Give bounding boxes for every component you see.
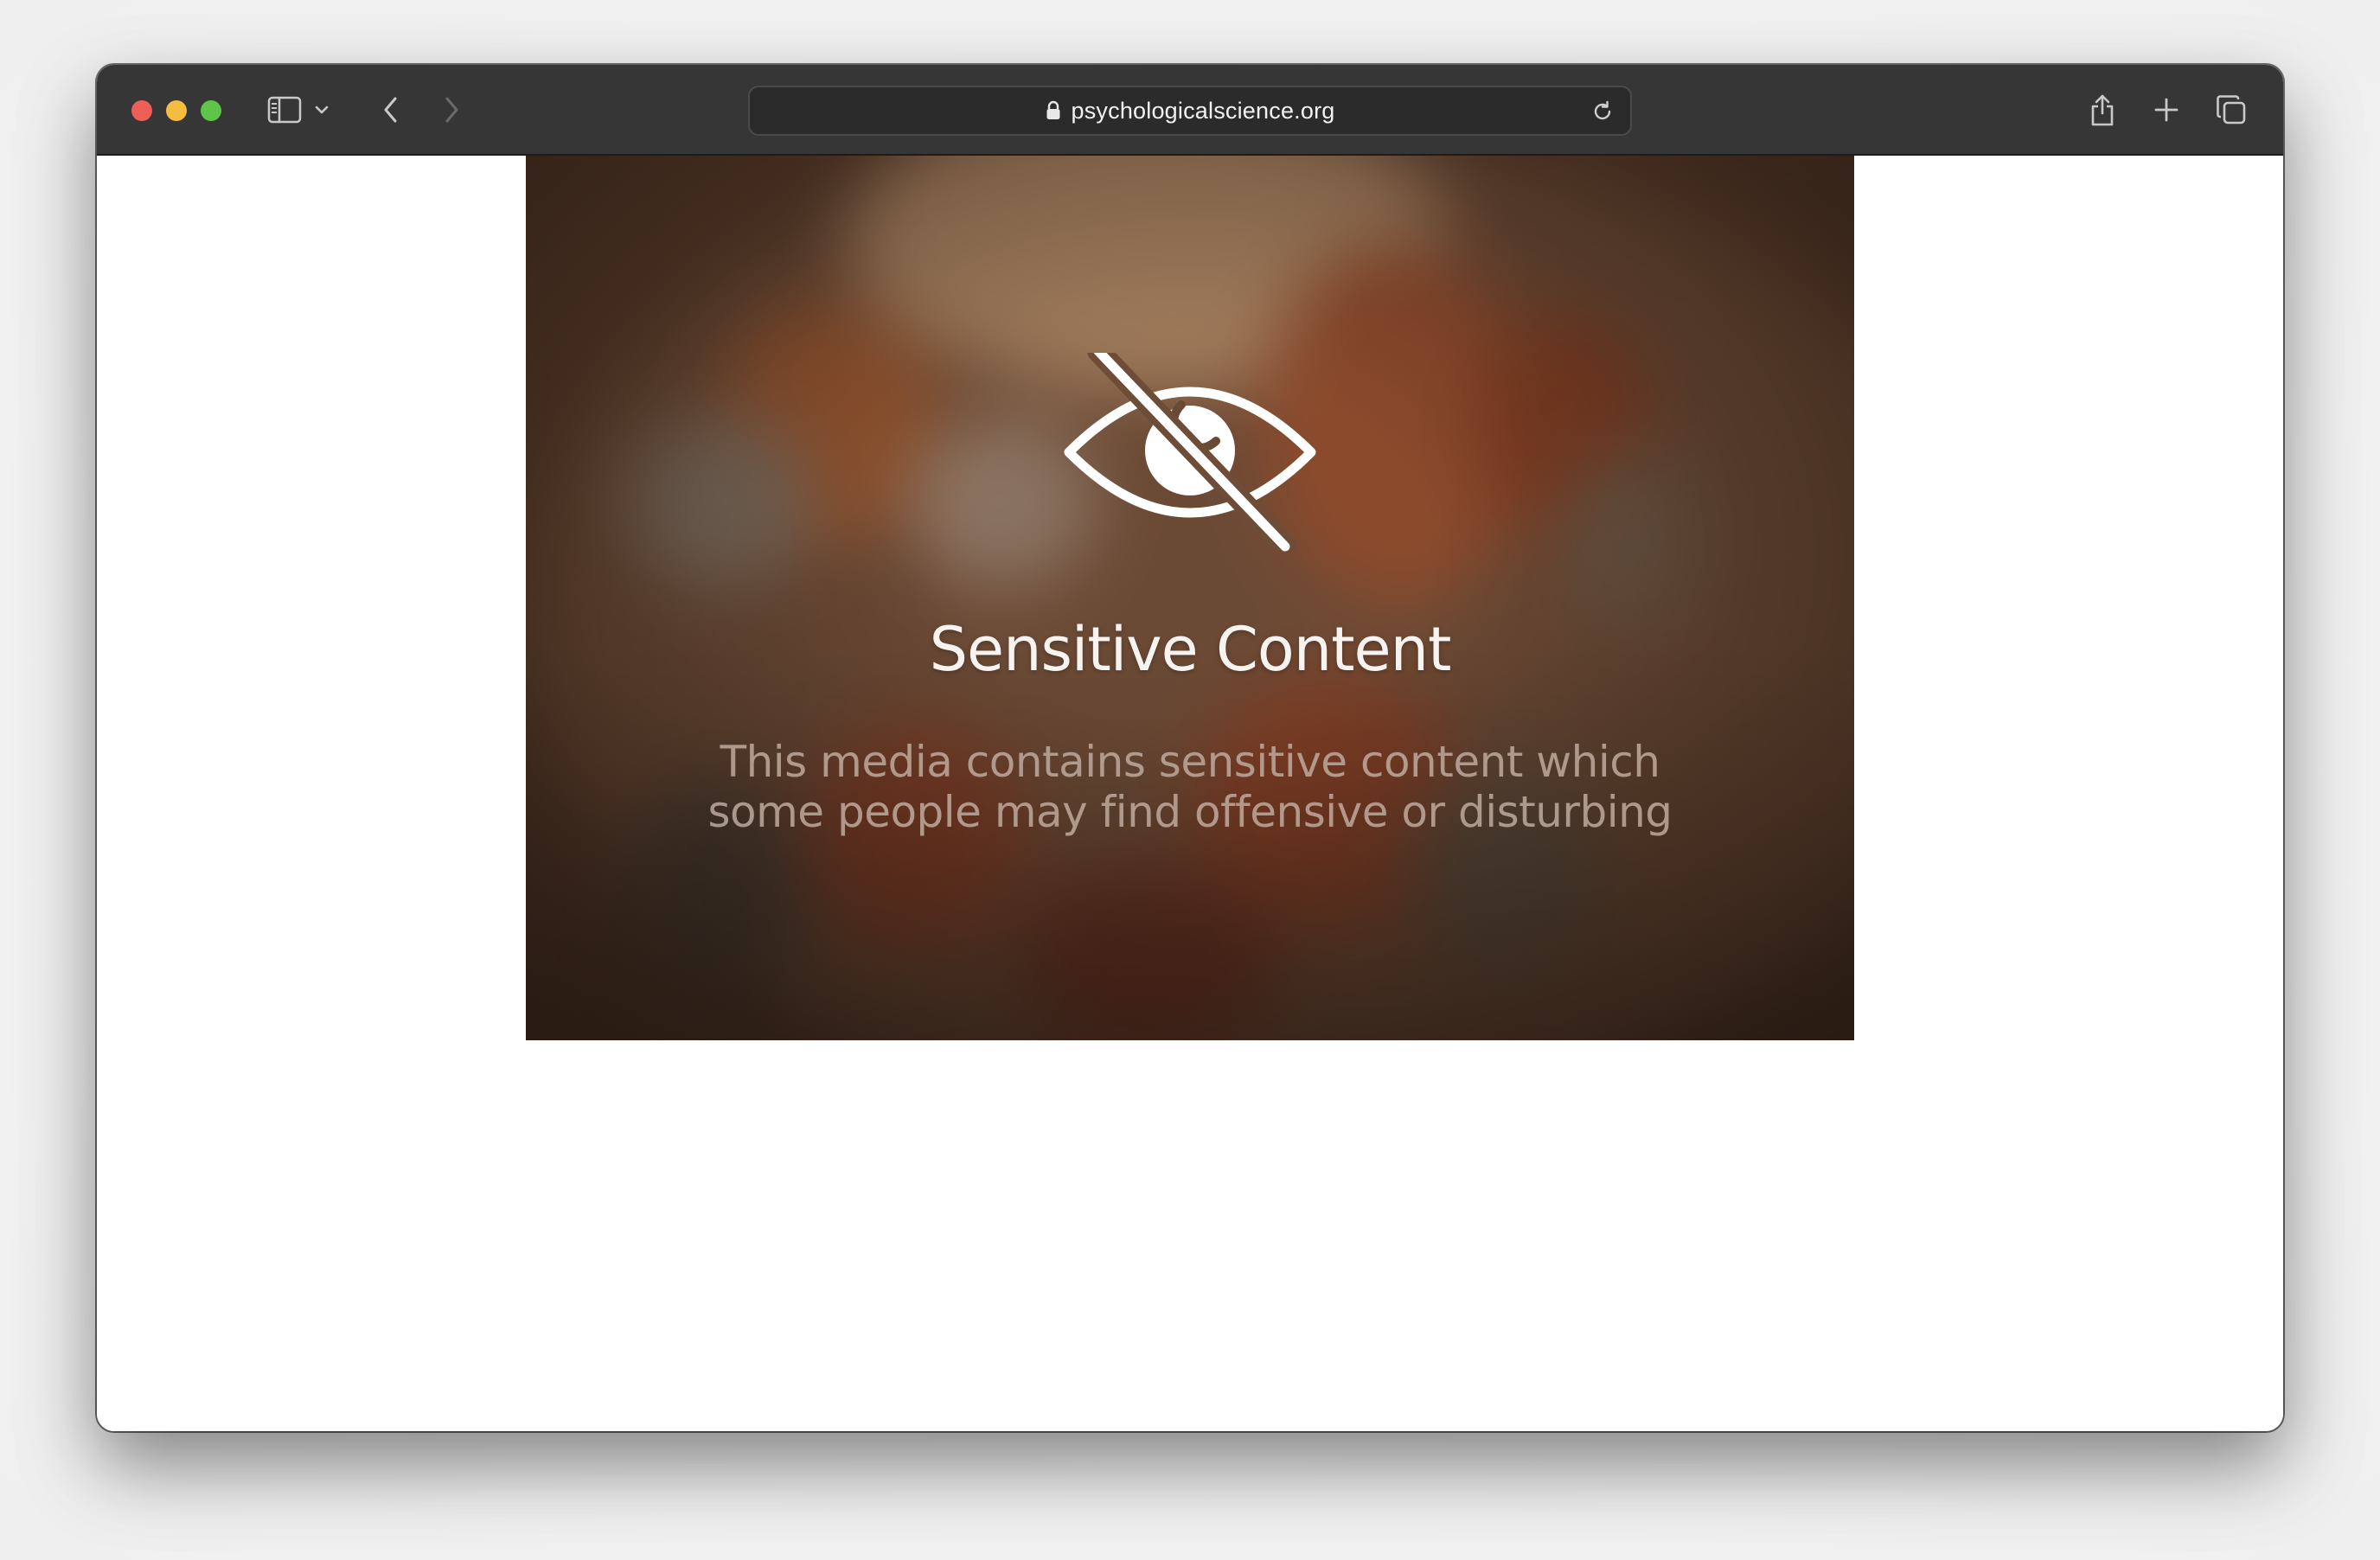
tabs-overview-icon: [2217, 95, 2246, 125]
new-tab-button[interactable]: [2144, 87, 2189, 132]
maximize-window-button[interactable]: [201, 100, 221, 121]
reload-button[interactable]: [1587, 96, 1618, 127]
sensitive-content-description: This media contains sensitive content wh…: [526, 737, 1854, 837]
chevron-down-icon: [315, 105, 329, 114]
new-tab-icon: [2154, 98, 2178, 122]
share-icon: [2091, 94, 2114, 126]
lock-icon: [1046, 100, 1060, 119]
eye-slash-icon: [1060, 340, 1320, 558]
forward-icon: [445, 97, 458, 123]
sensitive-content-title: Sensitive Content: [929, 614, 1452, 685]
url-text: psychologicalscience.org: [1071, 97, 1335, 124]
browser-window: psychologicalscience.org Sensitive Conte…: [97, 65, 2283, 1431]
back-icon: [384, 97, 397, 123]
share-button[interactable]: [2080, 87, 2125, 132]
page-content: Sensitive Content This media contains se…: [97, 156, 2283, 1431]
close-window-button[interactable]: [131, 100, 152, 121]
url-display: psychologicalscience.org: [1046, 98, 1335, 125]
sensitive-media-overlay[interactable]: Sensitive Content This media contains se…: [526, 156, 1854, 1040]
address-bar[interactable]: psychologicalscience.org: [748, 86, 1632, 136]
sidebar-icon: [267, 96, 302, 124]
description-line-2: some people may find offensive or distur…: [707, 787, 1673, 837]
tab-overview-button[interactable]: [2209, 87, 2254, 132]
media-vignette: [526, 156, 1854, 1040]
browser-toolbar: psychologicalscience.org: [97, 65, 2283, 156]
back-button[interactable]: [368, 87, 413, 132]
sidebar-menu-button[interactable]: [308, 87, 336, 132]
desktop: psychologicalscience.org Sensitive Conte…: [0, 0, 2380, 1560]
sidebar-toggle-button[interactable]: [262, 87, 307, 132]
reload-icon: [1594, 100, 1611, 120]
forward-button[interactable]: [429, 87, 474, 132]
description-line-1: This media contains sensitive content wh…: [720, 737, 1660, 787]
minimize-window-button[interactable]: [166, 100, 187, 121]
